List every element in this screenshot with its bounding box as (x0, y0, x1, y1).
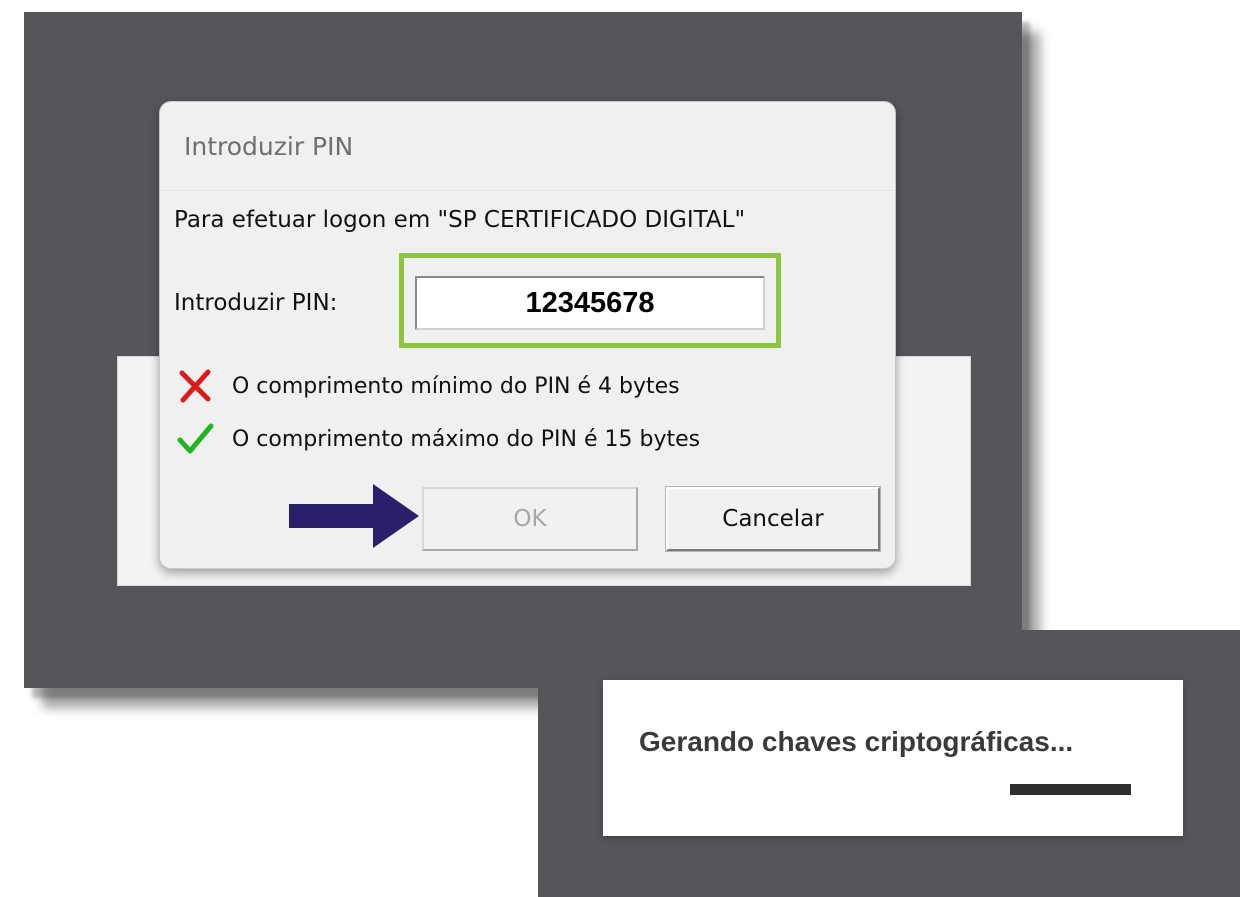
cancel-button[interactable]: Cancelar (665, 486, 881, 552)
green-check-icon (177, 423, 214, 454)
red-x-icon (179, 369, 211, 403)
progress-bar-fill (1010, 784, 1131, 795)
rule-min-length: O comprimento mínimo do PIN é 4 bytes (176, 367, 680, 405)
arrow-right-icon (289, 484, 419, 548)
title-separator (160, 190, 895, 191)
dialog-title: Introduzir PIN (184, 132, 354, 161)
pin-input[interactable]: 12345678 (415, 276, 765, 330)
ok-button[interactable]: OK (422, 487, 638, 551)
toast-message: Gerando chaves criptográficas... (639, 726, 1074, 757)
progress-toast: Gerando chaves criptográficas... (603, 680, 1183, 836)
logon-message: Para efetuar logon em "SP CERTIFICADO DI… (174, 207, 746, 233)
pin-label: Introduzir PIN: (174, 290, 338, 316)
progress-bar (1010, 784, 1131, 795)
rule-max-text: O comprimento máximo do PIN é 15 bytes (232, 426, 701, 452)
rule-max-length: O comprimento máximo do PIN é 15 bytes (176, 420, 700, 458)
pin-dialog: Introduzir PIN Para efetuar logon em "SP… (159, 101, 896, 569)
rule-min-text: O comprimento mínimo do PIN é 4 bytes (232, 373, 680, 399)
